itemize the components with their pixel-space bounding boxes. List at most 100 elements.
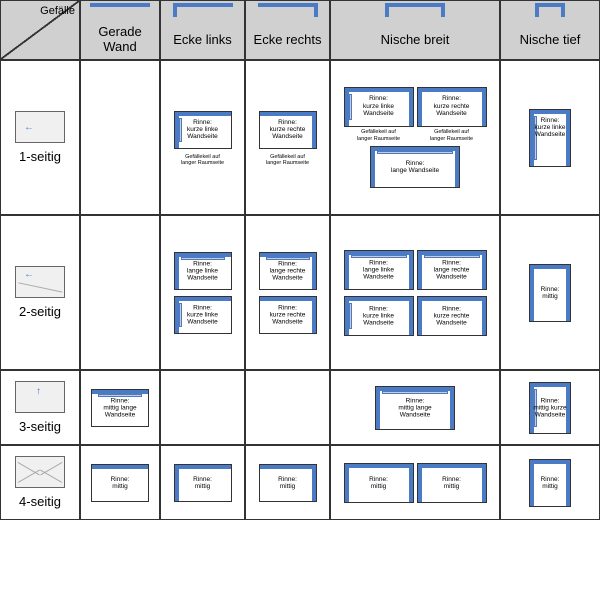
col-header-label: Ecke rechts: [254, 32, 322, 47]
diagram-label: Rinne: mittig lange Wandseite: [376, 396, 454, 419]
row-header-label: 3-seitig: [19, 419, 61, 434]
col-header-nische-tief: Nische tief: [500, 0, 600, 60]
niche-deep-icon: [535, 3, 565, 19]
diagram-note: Gefällekeil auf langer Raumseite: [417, 129, 487, 141]
diagram-note: Gefällekeil auf langer Raumseite: [344, 129, 414, 141]
slope-3-icon: ↑: [15, 381, 65, 413]
diagram-note: Gefällekeil auf langer Raumseite: [266, 154, 309, 166]
diagram: Rinne: mittig: [259, 464, 317, 502]
cell-4-nische-tief: Rinne: mittig: [500, 445, 600, 520]
diagram: Rinne: mittig kurze Wandseite: [529, 382, 571, 434]
diagram-label: Rinne: mittig: [92, 474, 148, 490]
diagram: Rinne: lange linke Wandseite: [174, 252, 232, 290]
diagram-label: Rinne: mittig: [345, 474, 413, 490]
cell-1-gerade: [80, 60, 160, 215]
diagram: Rinne: kurze linke Wandseite: [344, 87, 414, 127]
diagram: Rinne: kurze rechte Wandseite: [417, 296, 487, 336]
diagram: Rinne: kurze rechte Wandseite: [417, 87, 487, 127]
diagram-note: Gefällekeil auf langer Raumseite: [181, 154, 224, 166]
diagram: Rinne: lange rechte Wandseite: [417, 250, 487, 290]
diagram-label: Rinne: kurze rechte Wandseite: [418, 94, 486, 117]
cell-1-nische-breit: Rinne: kurze linke Wandseite Gefällekeil…: [330, 60, 500, 215]
diagram-label: Rinne: kurze linke Wandseite: [175, 303, 231, 326]
diagram-label: Rinne: lange linke Wandseite: [345, 258, 413, 281]
slope-1-icon: ←: [15, 111, 65, 143]
cell-4-nische-breit: Rinne: mittig Rinne: mittig: [330, 445, 500, 520]
slope-4-icon: [15, 456, 65, 488]
cell-2-nische-breit: Rinne: lange linke Wandseite Rinne: lang…: [330, 215, 500, 370]
cell-4-gerade: Rinne: mittig: [80, 445, 160, 520]
cell-2-gerade: [80, 215, 160, 370]
diagram-label: Rinne: kurze linke Wandseite: [345, 94, 413, 117]
cell-1-nische-tief: Rinne: kurze linke Wandseite: [500, 60, 600, 215]
row-header-4-seitig: 4-seitig: [0, 445, 80, 520]
diagram-label: Rinne: mittig kurze Wandseite: [530, 396, 570, 419]
diagram: Rinne: mittig: [529, 264, 571, 322]
cell-4-ecke-links: Rinne: mittig: [160, 445, 245, 520]
cell-4-ecke-rechts: Rinne: mittig: [245, 445, 330, 520]
diagram-label: Rinne: kurze rechte Wandseite: [260, 118, 316, 141]
matrix-grid: Gefälle Gerade Wand Ecke links Ecke rech…: [0, 0, 600, 520]
diagram-label: Rinne: mittig: [530, 284, 570, 300]
corner-label: Gefälle: [40, 5, 75, 17]
row-header-label: 2-seitig: [19, 304, 61, 319]
straight-wall-icon: [90, 3, 150, 19]
cell-2-ecke-links: Rinne: lange linke Wandseite Rinne: kurz…: [160, 215, 245, 370]
diagram-label: Rinne: lange rechte Wandseite: [418, 258, 486, 281]
diagram: Rinne: mittig: [344, 463, 414, 503]
col-header-ecke-links: Ecke links: [160, 0, 245, 60]
diagram-label: Rinne: lange linke Wandseite: [175, 259, 231, 282]
diagram: Rinne: kurze rechte Wandseite: [259, 296, 317, 334]
diagram: Rinne: mittig: [174, 464, 232, 502]
diagram: Rinne: kurze linke Wandseite: [174, 296, 232, 334]
row-header-label: 1-seitig: [19, 149, 61, 164]
cell-1-ecke-rechts: Rinne: kurze rechte Wandseite Gefällekei…: [245, 60, 330, 215]
diagram-label: Rinne: kurze linke Wandseite: [345, 304, 413, 327]
diagram: Rinne: kurze rechte Wandseite: [259, 111, 317, 149]
col-header-nische-breit: Nische breit: [330, 0, 500, 60]
diagram-label: Rinne: kurze linke Wandseite: [530, 116, 570, 139]
col-header-label: Nische tief: [520, 32, 581, 47]
col-header-label: Nische breit: [381, 32, 450, 47]
diagram-label: Rinne: mittig: [418, 474, 486, 490]
diagram: Rinne: lange linke Wandseite: [344, 250, 414, 290]
cell-3-gerade: Rinne: mittig lange Wandseite: [80, 370, 160, 445]
diagram-label: Rinne: mittig: [260, 474, 316, 490]
cell-3-ecke-rechts: [245, 370, 330, 445]
col-header-label: Ecke links: [173, 32, 232, 47]
diagram: Rinne: kurze linke Wandseite: [174, 111, 232, 149]
diagram: Rinne: kurze linke Wandseite: [529, 109, 571, 167]
col-header-label: Gerade Wand: [83, 24, 157, 54]
diagram-label: Rinne: mittig: [530, 474, 570, 490]
diagram-label: Rinne: lange Wandseite: [371, 158, 459, 174]
diagram-label: Rinne: kurze rechte Wandseite: [418, 304, 486, 327]
cell-3-nische-tief: Rinne: mittig kurze Wandseite: [500, 370, 600, 445]
corner-cell: Gefälle: [0, 0, 80, 60]
diagram: Rinne: mittig: [91, 464, 149, 502]
corner-right-icon: [258, 3, 318, 19]
row-header-2-seitig: ← 2-seitig: [0, 215, 80, 370]
diagram: Rinne: mittig: [417, 463, 487, 503]
diagram-label: Rinne: mittig: [175, 474, 231, 490]
diagram: Rinne: mittig lange Wandseite: [375, 386, 455, 430]
cell-1-ecke-links: Rinne: kurze linke Wandseite Gefällekeil…: [160, 60, 245, 215]
diagram: Rinne: mittig: [529, 459, 571, 507]
cell-2-nische-tief: Rinne: mittig: [500, 215, 600, 370]
diagram-label: Rinne: lange rechte Wandseite: [260, 259, 316, 282]
diagram: Rinne: kurze linke Wandseite: [344, 296, 414, 336]
row-header-1-seitig: ← 1-seitig: [0, 60, 80, 215]
col-header-ecke-rechts: Ecke rechts: [245, 0, 330, 60]
col-header-gerade-wand: Gerade Wand: [80, 0, 160, 60]
diagram-label: Rinne: kurze linke Wandseite: [175, 118, 231, 141]
cell-3-nische-breit: Rinne: mittig lange Wandseite: [330, 370, 500, 445]
diagram-label: Rinne: kurze rechte Wandseite: [260, 303, 316, 326]
row-header-label: 4-seitig: [19, 494, 61, 509]
diagram: Rinne: lange rechte Wandseite: [259, 252, 317, 290]
diagram: Rinne: mittig lange Wandseite: [91, 389, 149, 427]
niche-wide-icon: [385, 3, 445, 19]
cell-2-ecke-rechts: Rinne: lange rechte Wandseite Rinne: kur…: [245, 215, 330, 370]
slope-2-icon: ←: [15, 266, 65, 298]
diagram-label: Rinne: mittig lange Wandseite: [92, 396, 148, 419]
cell-3-ecke-links: [160, 370, 245, 445]
corner-left-icon: [173, 3, 233, 19]
